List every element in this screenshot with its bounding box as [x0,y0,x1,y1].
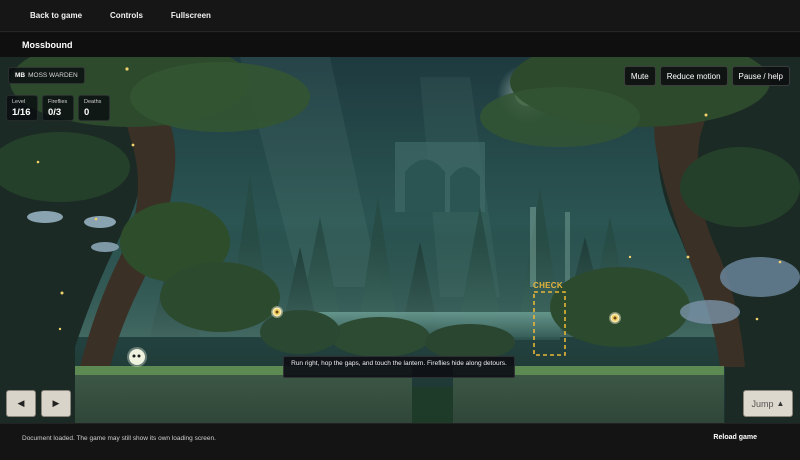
arrow-left-icon: ◀ [17,398,25,408]
level-label: Level [12,99,26,105]
brand-logo: MB [15,72,26,79]
mute-button[interactable]: Mute [623,66,656,86]
checkpoint-label: CHECK [533,281,563,290]
deaths-label: Deaths [84,99,102,105]
pause-help-button[interactable]: Pause / help [731,66,790,86]
game-title-bar: Mossbound [0,33,800,57]
status-message: Document loaded. The game may still show… [22,435,216,442]
reduce-motion-button[interactable]: Reduce motion [659,66,728,86]
back-to-game-button[interactable]: Back to game [30,11,82,20]
move-left-button[interactable]: ◀ [6,390,36,417]
jump-label: Jump [751,398,774,409]
game-canvas[interactable]: MB MOSS WARDEN Level 1/16 Fireflies 0/3 … [0,57,800,423]
jump-button[interactable]: Jump ▲ [743,390,793,417]
controls-button[interactable]: Controls [110,11,143,20]
brand-name: MOSS WARDEN [28,72,78,79]
reload-game-button[interactable]: Reload game [713,434,757,441]
hint-tooltip: Run right, hop the gaps, and touch the l… [283,356,515,378]
fullscreen-button[interactable]: Fullscreen [171,11,211,20]
arrow-right-icon: ▶ [52,398,60,408]
level-value: 1/16 [12,107,31,118]
move-right-button[interactable]: ▶ [41,390,71,417]
brand-badge: MB MOSS WARDEN [8,67,85,84]
fireflies-label: Fireflies [48,99,68,105]
level-stat: Level 1/16 [6,95,38,121]
status-bar: Document loaded. The game may still show… [0,423,800,460]
deaths-value: 0 [84,107,90,118]
deaths-stat: Deaths 0 [78,95,110,121]
top-toolbar: Back to game Controls Fullscreen [0,0,800,32]
game-title: Mossbound [22,40,73,50]
fireflies-stat: Fireflies 0/3 [42,95,74,121]
hud-actions: Mute Reduce motion Pause / help [623,66,790,86]
arrow-up-icon: ▲ [776,399,785,408]
stats-panel: Level 1/16 Fireflies 0/3 Deaths 0 [6,95,110,121]
fireflies-value: 0/3 [48,107,62,118]
